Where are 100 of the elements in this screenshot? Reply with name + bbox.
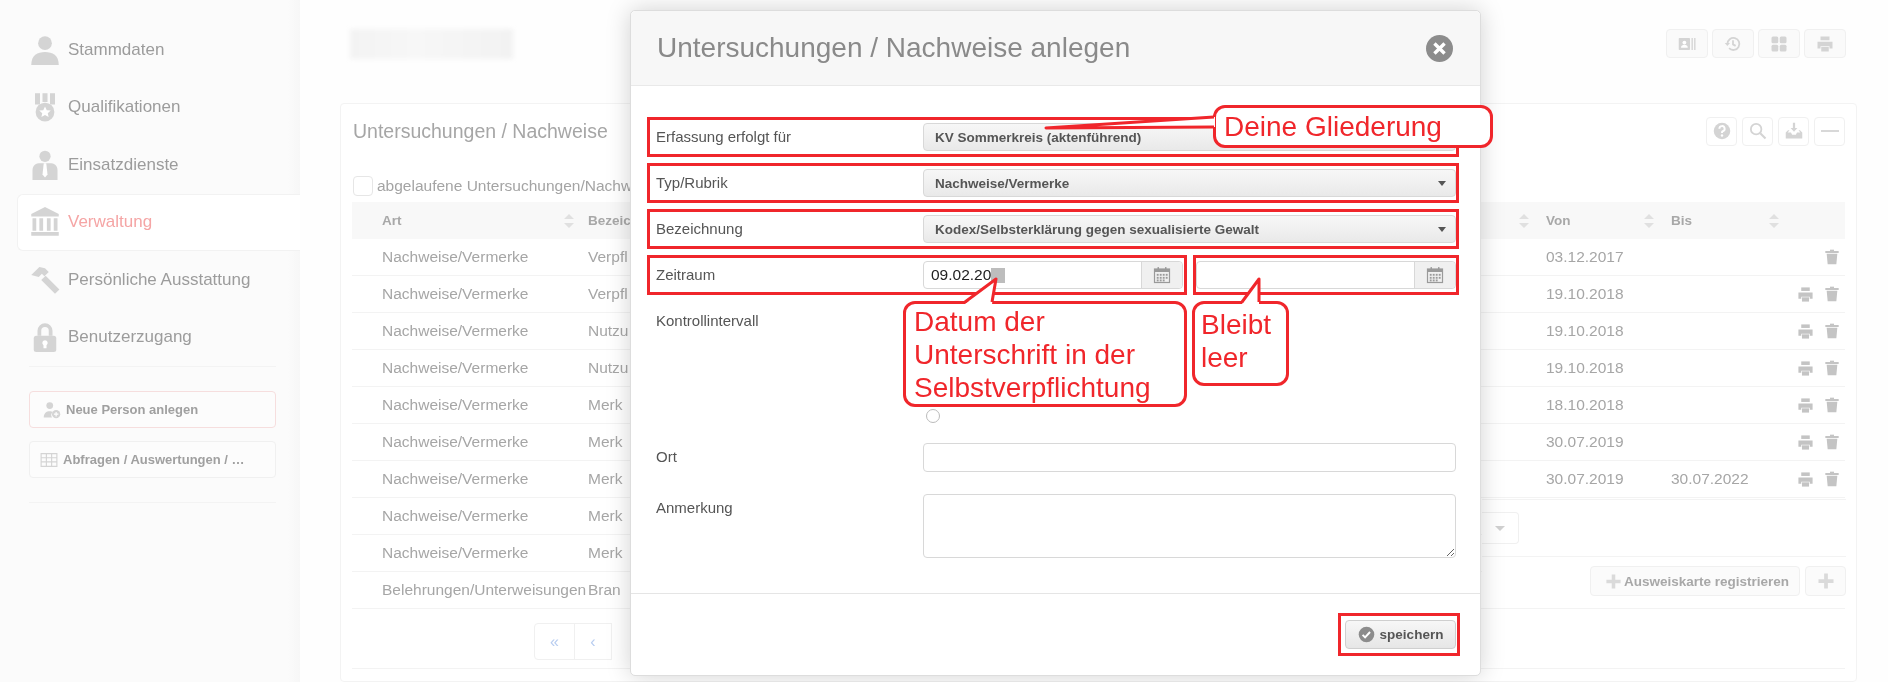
table-cell: Merk	[588, 507, 623, 525]
caret-icon	[1438, 226, 1446, 232]
check-icon	[1357, 626, 1375, 643]
table-cell: Merk	[588, 433, 623, 451]
trash-icon[interactable]	[1824, 285, 1840, 303]
table-cell: Nachweise/Vermerke	[382, 359, 529, 377]
sort-icon	[1519, 213, 1529, 228]
table-icon	[40, 450, 58, 469]
print-icon[interactable]	[1797, 433, 1814, 451]
toolbar-button[interactable]	[1758, 29, 1800, 58]
panel-tool-button[interactable]	[1778, 116, 1809, 146]
select-field[interactable]: Kodex/Selbsterklärung gegen sexualisierte Gewalt	[923, 215, 1456, 243]
table-cell: 30.07.2019	[1546, 470, 1624, 488]
add-button[interactable]	[1805, 566, 1846, 596]
column-header[interactable]: Bezeic	[588, 213, 631, 228]
column-header[interactable]: Bis	[1671, 213, 1692, 228]
column-header[interactable]: Von	[1546, 213, 1571, 228]
page-size-dropdown[interactable]	[1482, 512, 1519, 544]
table-cell: 18.10.2018	[1546, 396, 1624, 414]
print-icon[interactable]	[1797, 359, 1814, 377]
column-header[interactable]: Art	[382, 213, 402, 228]
table-cell: Verpfl	[588, 285, 628, 303]
trash-icon[interactable]	[1824, 433, 1840, 451]
trash-icon[interactable]	[1824, 359, 1840, 377]
table-cell: Nachweise/Vermerke	[382, 396, 529, 414]
toolbar-button[interactable]	[1666, 29, 1708, 58]
add-user-icon	[43, 400, 61, 419]
calendar-icon[interactable]	[1426, 266, 1444, 284]
print-icon	[1816, 34, 1834, 53]
sidebar-item[interactable]: Qualifikationen	[0, 78, 300, 136]
sidebar-item[interactable]: Benutzerzugang	[0, 308, 300, 366]
sort-icon	[564, 213, 574, 228]
calendar-icon[interactable]	[1153, 266, 1171, 284]
plus-icon	[1816, 572, 1835, 590]
caret-icon	[1495, 525, 1505, 531]
plus-icon	[1605, 572, 1622, 590]
select-field[interactable]: Nachweise/Vermerke	[923, 169, 1456, 197]
field-label: Ort	[656, 447, 678, 467]
text-area[interactable]	[923, 494, 1456, 558]
new-person-button[interactable]: Neue Person anlegen	[29, 391, 276, 428]
panel-tool-button[interactable]	[1742, 116, 1773, 146]
table-cell: 30.07.2022	[1671, 470, 1749, 488]
save-button[interactable]: speichern	[1345, 620, 1456, 649]
table-cell: Nutzu	[588, 359, 629, 377]
table-cell: Nachweise/Vermerke	[382, 433, 529, 451]
trash-icon[interactable]	[1824, 322, 1840, 340]
print-icon[interactable]	[1797, 285, 1814, 303]
table-cell: 19.10.2018	[1546, 359, 1624, 377]
table-cell: 19.10.2018	[1546, 322, 1624, 340]
trash-icon[interactable]	[1824, 396, 1840, 414]
page-button[interactable]: ‹	[574, 623, 612, 660]
sort-icon	[1644, 213, 1654, 228]
table-cell: Nachweise/Vermerke	[382, 285, 529, 303]
sort-icon	[1769, 213, 1779, 228]
input-field[interactable]	[923, 443, 1456, 472]
register-card-button[interactable]: Ausweiskarte registrieren	[1590, 566, 1800, 596]
dialog-title: Untersuchungen / Nachweise anlegen	[657, 32, 1131, 64]
toolbar-button[interactable]	[1712, 29, 1754, 58]
trash-icon[interactable]	[1824, 470, 1840, 488]
sidebar-item[interactable]: Verwaltung	[17, 193, 300, 251]
table-cell: 19.10.2018	[1546, 285, 1624, 303]
table-cell: Merk	[588, 544, 623, 562]
table-cell: Nachweise/Vermerke	[382, 544, 529, 562]
print-icon[interactable]	[1797, 396, 1814, 414]
print-icon[interactable]	[1797, 322, 1814, 340]
minus-icon	[1820, 130, 1839, 132]
toolbar-button[interactable]	[1804, 29, 1846, 58]
field-label: Zeitraum	[656, 265, 717, 285]
checkbox[interactable]	[353, 176, 373, 196]
grid-icon	[1770, 34, 1788, 53]
search-icon	[1748, 122, 1767, 140]
panel-tool-button[interactable]	[1814, 116, 1845, 146]
hammer-icon	[30, 264, 60, 295]
field-label: Anmerkung	[656, 498, 734, 518]
trash-icon[interactable]	[1824, 248, 1840, 266]
table-cell: Nachweise/Vermerke	[382, 507, 529, 525]
sidebar-item[interactable]: Persönliche Ausstattung	[0, 251, 300, 309]
table-cell: Nachweise/Vermerke	[382, 322, 529, 340]
person-icon	[30, 34, 60, 65]
queries-button[interactable]: Abfragen / Auswertungen / …	[29, 441, 276, 478]
print-icon[interactable]	[1797, 470, 1814, 488]
page-button[interactable]: «	[534, 623, 575, 660]
close-icon[interactable]	[1426, 34, 1453, 62]
table-cell: Merk	[588, 396, 623, 414]
sidebar-item[interactable]: Stammdaten	[0, 21, 300, 79]
help-icon	[1712, 122, 1731, 140]
panel-tool-button[interactable]	[1706, 116, 1737, 146]
table-cell: Belehrungen/Unterweisungen	[382, 581, 587, 599]
table-cell: Nachweise/Vermerke	[382, 248, 529, 266]
field-label: Bezeichnung	[656, 219, 744, 239]
table-cell: Bran	[588, 581, 621, 599]
field-label: Typ/Rubrik	[656, 173, 729, 193]
sidebar-item[interactable]: Einsatzdienste	[0, 136, 300, 194]
callout: Deine Gliederung	[1213, 105, 1493, 148]
person-tie-icon	[30, 149, 60, 180]
field-label: Erfassung erfolgt für	[656, 127, 793, 147]
download-icon	[1784, 122, 1803, 140]
table-cell: Nutzu	[588, 322, 629, 340]
table-cell: Verpfl	[588, 248, 628, 266]
panel-title: Untersuchungen / Nachweise	[353, 119, 608, 143]
